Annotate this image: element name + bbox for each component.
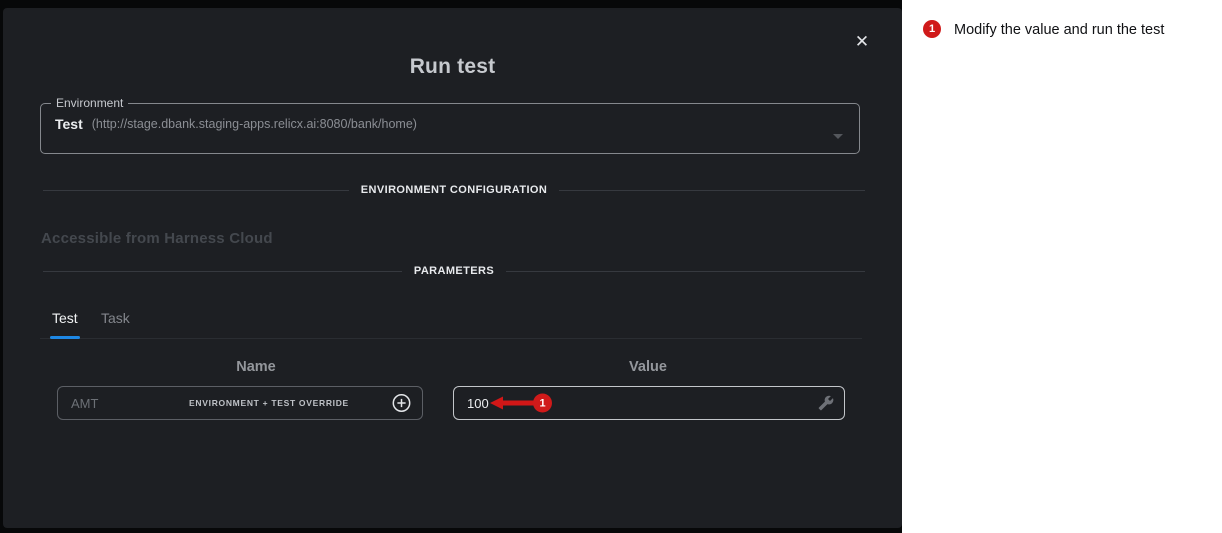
column-header-name: Name	[236, 359, 276, 375]
tab-test[interactable]: Test	[52, 310, 78, 326]
annotation-step-1: 1 Modify the value and run the test	[923, 20, 1164, 39]
parameter-value-field: 1	[453, 386, 845, 420]
environment-select[interactable]: Environment Test (http://stage.dbank.sta…	[40, 96, 860, 154]
circle-plus-icon[interactable]	[392, 394, 411, 413]
harness-cloud-access-note: Accessible from Harness Cloud	[41, 230, 273, 247]
step-number-badge: 1	[923, 20, 941, 38]
environment-selected-url: (http://stage.dbank.staging-apps.relicx.…	[92, 117, 417, 131]
environment-configuration-heading: ENVIRONMENT CONFIGURATION	[361, 184, 547, 196]
annotation-side-panel: 1 Modify the value and run the test	[902, 0, 1222, 533]
environment-selected-name: Test	[55, 116, 83, 132]
column-header-value: Value	[629, 359, 667, 375]
modal-backdrop: ✕ Run test Environment Test (http://stag…	[0, 0, 902, 533]
override-scope-badge: ENVIRONMENT + TEST OVERRIDE	[189, 398, 349, 408]
parameter-name-field: ENVIRONMENT + TEST OVERRIDE	[57, 386, 423, 420]
active-tab-indicator	[50, 336, 80, 339]
tab-task[interactable]: Task	[101, 310, 130, 326]
annotation-badge-1: 1	[533, 394, 552, 413]
step-text: Modify the value and run the test	[954, 20, 1164, 39]
run-test-dialog: ✕ Run test Environment Test (http://stag…	[3, 8, 902, 528]
dialog-title: Run test	[3, 55, 902, 79]
parameter-name-input[interactable]	[58, 387, 208, 419]
chevron-down-icon	[833, 134, 843, 139]
parameters-heading: PARAMETERS	[414, 265, 494, 277]
left-arrow-icon	[490, 397, 534, 410]
close-icon[interactable]: ✕	[848, 28, 876, 56]
wrench-icon[interactable]	[818, 395, 834, 411]
environment-configuration-divider: ENVIRONMENT CONFIGURATION	[43, 184, 865, 196]
parameters-divider: PARAMETERS	[43, 265, 865, 277]
environment-label: Environment	[51, 96, 128, 110]
tab-divider-line	[40, 338, 862, 339]
